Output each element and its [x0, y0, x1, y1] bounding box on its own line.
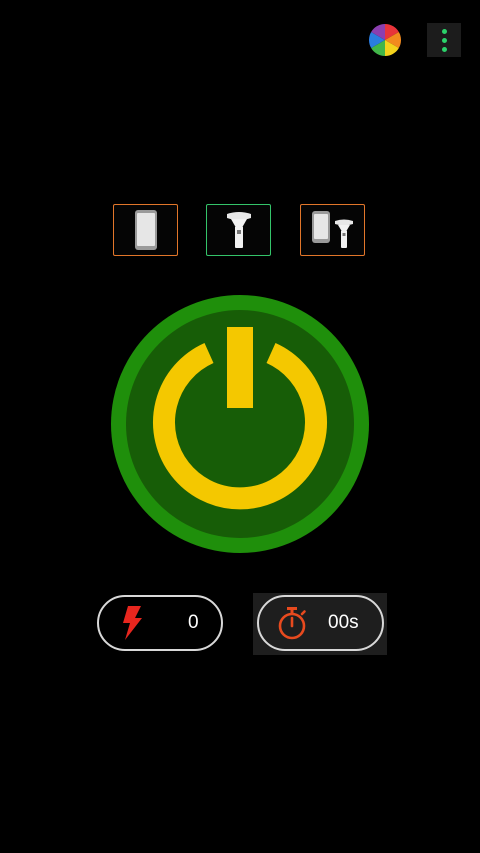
menu-dot — [441, 46, 447, 52]
phone-screen-icon — [134, 210, 157, 250]
stopwatch-icon — [278, 607, 306, 640]
phone-and-flashlight-icon — [311, 211, 353, 248]
menu-dot — [441, 28, 447, 34]
overflow-menu-button[interactable] — [427, 23, 461, 57]
color-wheel-icon — [368, 24, 402, 57]
power-icon — [111, 295, 369, 553]
mode-screen-button[interactable] — [113, 204, 178, 256]
flash-count-value: 0 — [188, 612, 199, 633]
color-picker-button[interactable] — [368, 24, 402, 57]
timer-button[interactable]: 00s — [257, 595, 384, 651]
lightning-icon — [123, 606, 142, 640]
timer-value: 00s — [328, 612, 359, 633]
flashlight-icon — [226, 212, 251, 248]
mode-both-button[interactable] — [300, 204, 365, 256]
power-button[interactable] — [111, 295, 369, 553]
menu-dot — [441, 37, 447, 43]
flash-counter: 0 — [97, 595, 223, 651]
mode-flashlight-button[interactable] — [206, 204, 271, 256]
